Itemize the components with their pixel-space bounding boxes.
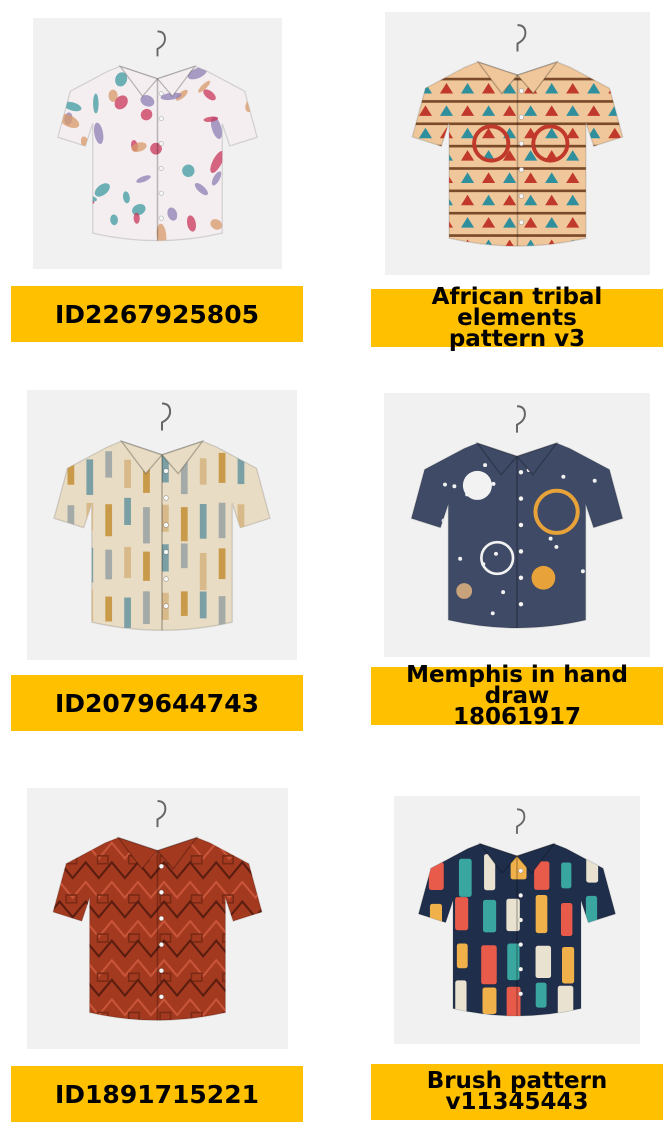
product-label-line1: African tribal elements	[431, 283, 603, 331]
product-label-3: ID2079644743	[11, 675, 303, 731]
product-photo-3[interactable]	[27, 390, 297, 660]
product-label-line1: Memphis in hand draw	[406, 661, 628, 709]
shirt-image	[411, 24, 624, 247]
product-photo-6[interactable]	[394, 796, 640, 1044]
product-label-line1: ID1891715221	[54, 1079, 259, 1109]
product-photo-1[interactable]	[33, 18, 282, 269]
product-photo-2[interactable]	[385, 12, 650, 275]
product-label-1: ID2267925805	[11, 286, 303, 342]
product-label-2: African tribal elements pattern v3	[371, 283, 663, 352]
product-label-line1: ID2079644743	[54, 688, 259, 718]
product-label-5: ID1891715221	[11, 1066, 303, 1122]
product-label-4: Memphis in hand draw 18061917	[371, 661, 663, 730]
product-label-line1: ID2267925805	[54, 299, 259, 329]
product-label-line2: v11345443	[445, 1089, 589, 1115]
shirt-image	[410, 405, 624, 629]
product-label-line2: pattern v3	[448, 325, 586, 352]
shirt-image	[52, 800, 263, 1021]
product-photo-4[interactable]	[384, 393, 650, 657]
shirt-image	[57, 30, 258, 242]
product-label-line2: 18061917	[452, 703, 582, 730]
product-label-6: Brush pattern v11345443	[371, 1064, 663, 1120]
product-photo-5[interactable]	[27, 788, 288, 1049]
shirt-image	[417, 808, 617, 1017]
shirt-image	[53, 402, 271, 631]
